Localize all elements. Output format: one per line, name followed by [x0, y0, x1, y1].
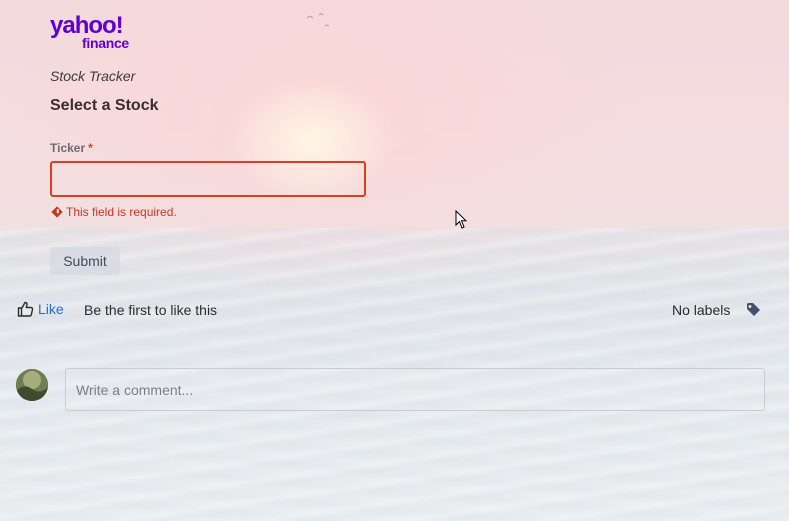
logo-subword: finance [82, 35, 129, 51]
required-marker: * [88, 141, 93, 155]
ticker-label-text: Ticker [50, 141, 86, 155]
tag-icon[interactable] [746, 302, 761, 317]
app-subtitle: Stock Tracker [50, 68, 136, 84]
birds-decoration [306, 13, 330, 27]
form-title: Select a Stock [50, 97, 159, 114]
like-hint: Be the first to like this [84, 302, 218, 318]
labels-status: No labels [672, 302, 731, 318]
avatar-image [16, 369, 48, 401]
yahoo-finance-logo[interactable]: yahoo! finance [50, 14, 145, 52]
like-button[interactable]: Like [17, 301, 64, 317]
mouse-pointer-icon [455, 210, 468, 229]
ticker-input[interactable] [50, 161, 366, 197]
comment-input[interactable] [65, 368, 765, 411]
like-label: Like [38, 301, 64, 317]
user-avatar[interactable] [16, 369, 48, 401]
error-message: This field is required. [66, 205, 177, 219]
ticker-error: This field is required. [51, 205, 177, 219]
submit-button[interactable]: Submit [50, 247, 120, 275]
error-diamond-icon [51, 206, 63, 218]
thumbs-up-icon [17, 301, 34, 317]
ticker-label: Ticker * [50, 141, 93, 155]
